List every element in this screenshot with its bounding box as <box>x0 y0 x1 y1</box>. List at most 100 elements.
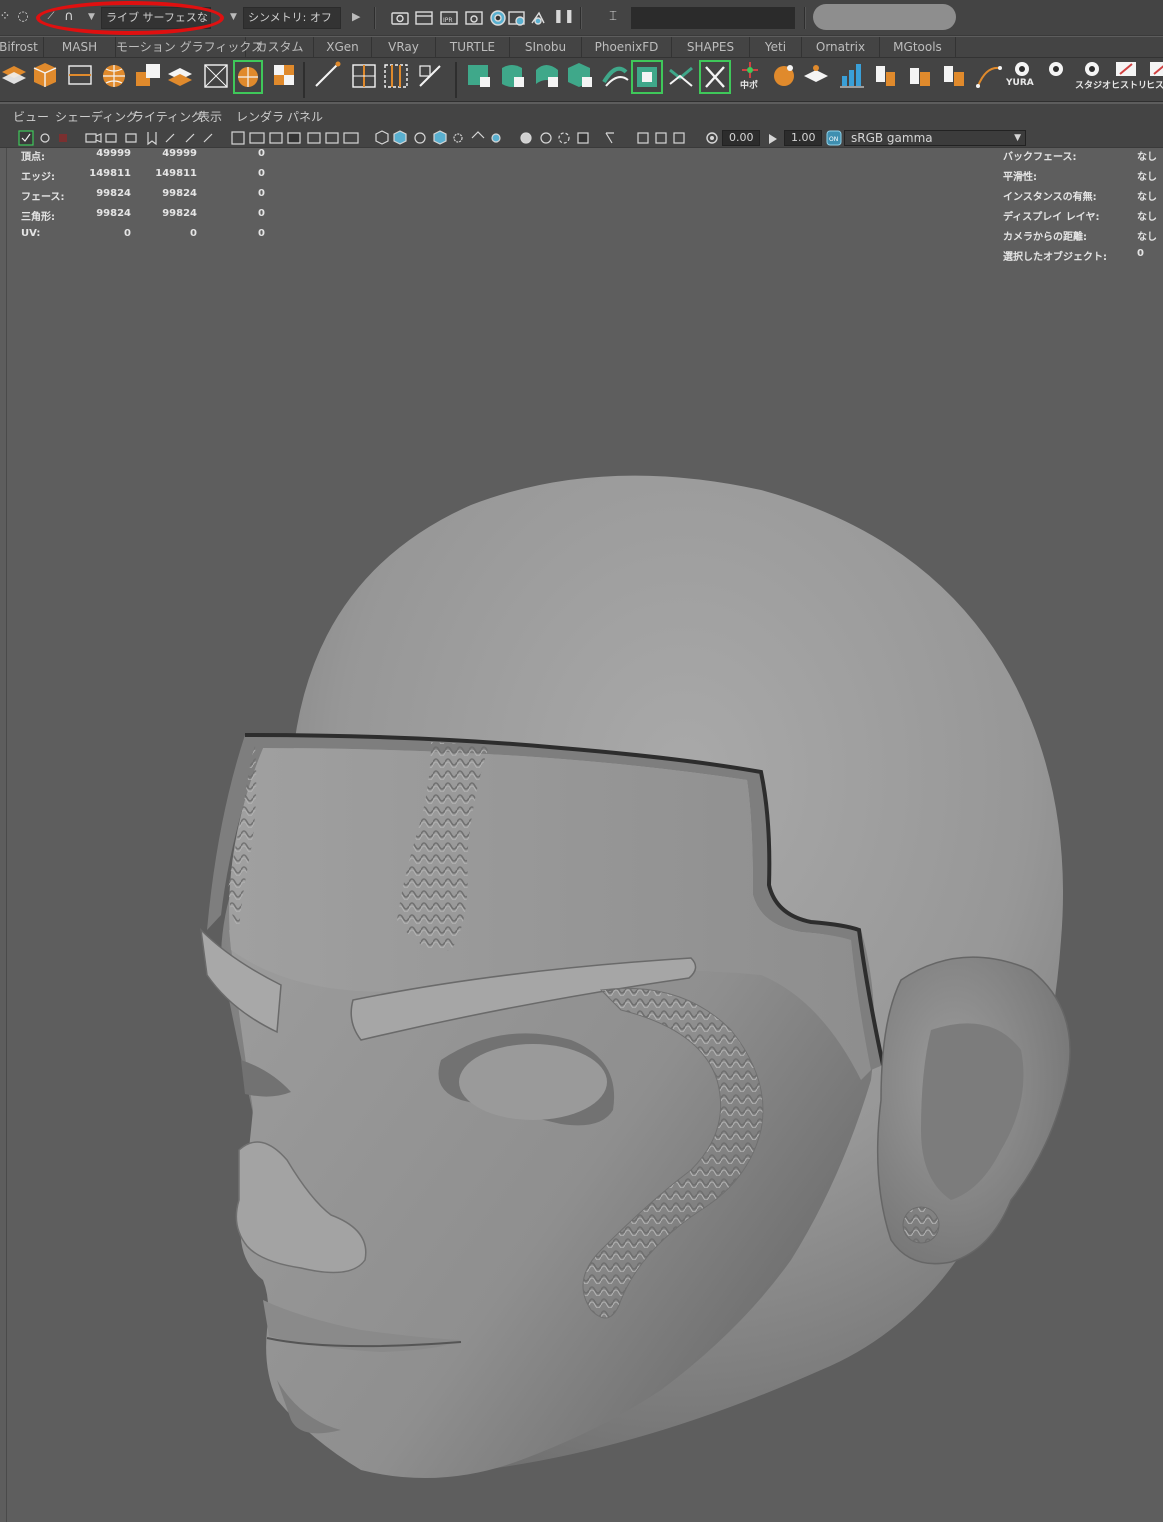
color-space-value: sRGB gamma <box>851 131 933 145</box>
status-line: ⁘ ◌ ⟋ ∩ ▼ ライブ サーフェスなし ▼ シンメトリ: オフ ▶ IPR … <box>0 0 1163 36</box>
panel-menu-bar: ビュー シェーディング ライティング 表示 レンダラ パネル <box>0 104 1163 128</box>
motion-blur-icon <box>491 133 501 143</box>
history-pen-b-icon <box>1150 62 1163 76</box>
shelf-tab-phoenixfd[interactable]: PhoenixFD <box>582 37 672 58</box>
smooth-shade-icon <box>393 130 407 145</box>
command-input[interactable] <box>631 7 795 29</box>
snap-point-icon[interactable]: ◌ <box>14 8 32 26</box>
menu-renderer[interactable]: レンダラ <box>236 104 284 128</box>
wireframe-icon <box>375 130 389 145</box>
offset-edge-loop-icon <box>384 64 408 88</box>
svg-text:IPR: IPR <box>443 17 453 24</box>
hud-label-selected-objects: 選択したオブジェクト: <box>1003 252 1107 263</box>
shelf-button-uv-plane[interactable] <box>466 65 494 93</box>
menu-view[interactable]: ビュー <box>13 104 49 128</box>
maya-window: ⁘ ◌ ⟋ ∩ ▼ ライブ サーフェスなし ▼ シンメトリ: オフ ▶ IPR … <box>0 0 1163 1522</box>
collapse-arrow-icon[interactable]: ▶ <box>352 8 360 26</box>
hud-value: なし <box>1137 232 1157 243</box>
hud-label-vertices: 頂点: <box>21 152 45 163</box>
shelf-tab-mgtools[interactable]: MGtools <box>880 37 956 58</box>
camera-attributes-icon <box>40 133 50 143</box>
hud-value: 99824 <box>96 188 131 199</box>
menu-panels[interactable]: パネル <box>287 104 323 128</box>
shelf-label-history-2[interactable]: ヒス <box>1146 78 1163 91</box>
snap-plane-icon <box>804 65 828 82</box>
history-pen-icon <box>1116 62 1136 76</box>
shelf-tab-shapes[interactable]: SHAPES <box>672 37 750 58</box>
hud-value: 99824 <box>96 208 131 219</box>
shadows-icon <box>453 133 463 143</box>
menu-show[interactable]: 表示 <box>198 104 222 128</box>
hud-value: 149811 <box>89 168 131 179</box>
exposure-field[interactable]: 0.00 <box>722 130 760 146</box>
target-weld-icon <box>419 65 441 87</box>
gamma-field[interactable]: 1.00 <box>784 130 822 146</box>
pause-icon[interactable]: ❚❚ <box>553 8 575 26</box>
snap-curve-icon[interactable]: ⁘ <box>0 8 14 26</box>
hud-label-triangles: 三角形: <box>21 212 55 223</box>
shelf-label-center[interactable]: 中ポ <box>740 78 758 91</box>
shelf-tab-mash[interactable]: MASH <box>44 37 116 58</box>
shelf-tab-vray[interactable]: VRay <box>372 37 436 58</box>
eyeball-right <box>459 1044 607 1120</box>
shelf-tab-custom[interactable]: カスタム <box>246 37 314 58</box>
face <box>229 930 875 1478</box>
grease-pencil-icon <box>147 132 157 146</box>
viewport[interactable]: 頂点: 49999 49999 0 エッジ: 149811 149811 0 フ… <box>6 148 1163 1522</box>
shelf-label-history[interactable]: ヒストリ <box>1111 78 1147 91</box>
field-chart-icon <box>307 132 321 144</box>
select-camera-icon <box>18 130 34 146</box>
insert-edge-loop-icon <box>352 64 376 88</box>
color-space-select[interactable]: sRGB gamma ▼ <box>844 130 1026 146</box>
ruler-icon <box>203 133 213 143</box>
shelf-label-yura[interactable]: YURA <box>1006 78 1034 88</box>
shelf-tab-motion-graphics[interactable]: モーション グラフィックス <box>116 37 263 58</box>
chevron-down-icon: ▼ <box>1014 133 1021 143</box>
green-uv-cylinder-icon <box>502 65 524 87</box>
safe-title-icon <box>343 132 359 144</box>
svg-text:ON: ON <box>829 136 838 143</box>
image-plane-icon <box>105 133 117 143</box>
shelf-button-sphere[interactable] <box>102 65 130 93</box>
shelf-tab-yeti[interactable]: Yeti <box>750 37 802 58</box>
shelf-tab-sinobu[interactable]: SInobu <box>510 37 582 58</box>
earring <box>902 1206 940 1244</box>
menu-shading[interactable]: シェーディング <box>55 104 138 128</box>
hud-value: 49999 <box>162 148 197 159</box>
hud-value: 0 <box>258 188 265 199</box>
backface-culling-icon <box>655 132 667 144</box>
cylinders-b-icon <box>910 68 930 86</box>
shelf-tab-xgen[interactable]: XGen <box>314 37 372 58</box>
shelf-tab-turtle[interactable]: TURTLE <box>436 37 510 58</box>
gamma-icon[interactable] <box>765 131 781 147</box>
wire-plane-icon <box>68 65 92 85</box>
shelf-button-plane-stack[interactable] <box>0 65 28 93</box>
selected-sphere-icon <box>233 60 263 94</box>
shelf-label-studio[interactable]: スタジオ <box>1075 78 1111 91</box>
menu-lighting[interactable]: ライティング <box>132 104 203 128</box>
hud-label-display-layer: ディスプレイ レイヤ: <box>1003 212 1100 223</box>
annotation-red-circle <box>36 1 224 35</box>
exposure-icon[interactable] <box>704 131 720 147</box>
hud-value: 99824 <box>162 188 197 199</box>
symmetry-field[interactable]: シンメトリ: オフ <box>243 7 341 29</box>
isolate-icon <box>558 132 570 144</box>
hud-value: 0 <box>1137 248 1144 259</box>
depth-of-field-icon <box>540 132 552 144</box>
python-studio-icon <box>1085 62 1099 76</box>
symmetry-dropdown-icon[interactable]: ▼ <box>230 8 237 26</box>
hud-value: 0 <box>258 228 265 239</box>
panel-toolbar: 0.00 1.00 ON sRGB gamma ▼ <box>0 128 1163 148</box>
shelf-tab-ornatrix[interactable]: Ornatrix <box>802 37 880 58</box>
shelf-tab-bifrost[interactable]: Bifrost <box>0 37 44 58</box>
center-pivot-icon <box>742 62 758 78</box>
head-sculpt-mesh[interactable] <box>7 148 1163 1522</box>
input-line-icon[interactable]: ⌶ <box>604 8 622 26</box>
bookmark-icon <box>59 134 67 142</box>
view-transform-icon[interactable]: ON <box>826 130 842 146</box>
shelf-button-cube[interactable] <box>34 65 62 93</box>
light-editor-icon <box>531 11 545 25</box>
hud-label-edges: エッジ: <box>21 172 55 183</box>
shelf-icons <box>2 60 1163 98</box>
hypershade-icon <box>490 10 506 26</box>
